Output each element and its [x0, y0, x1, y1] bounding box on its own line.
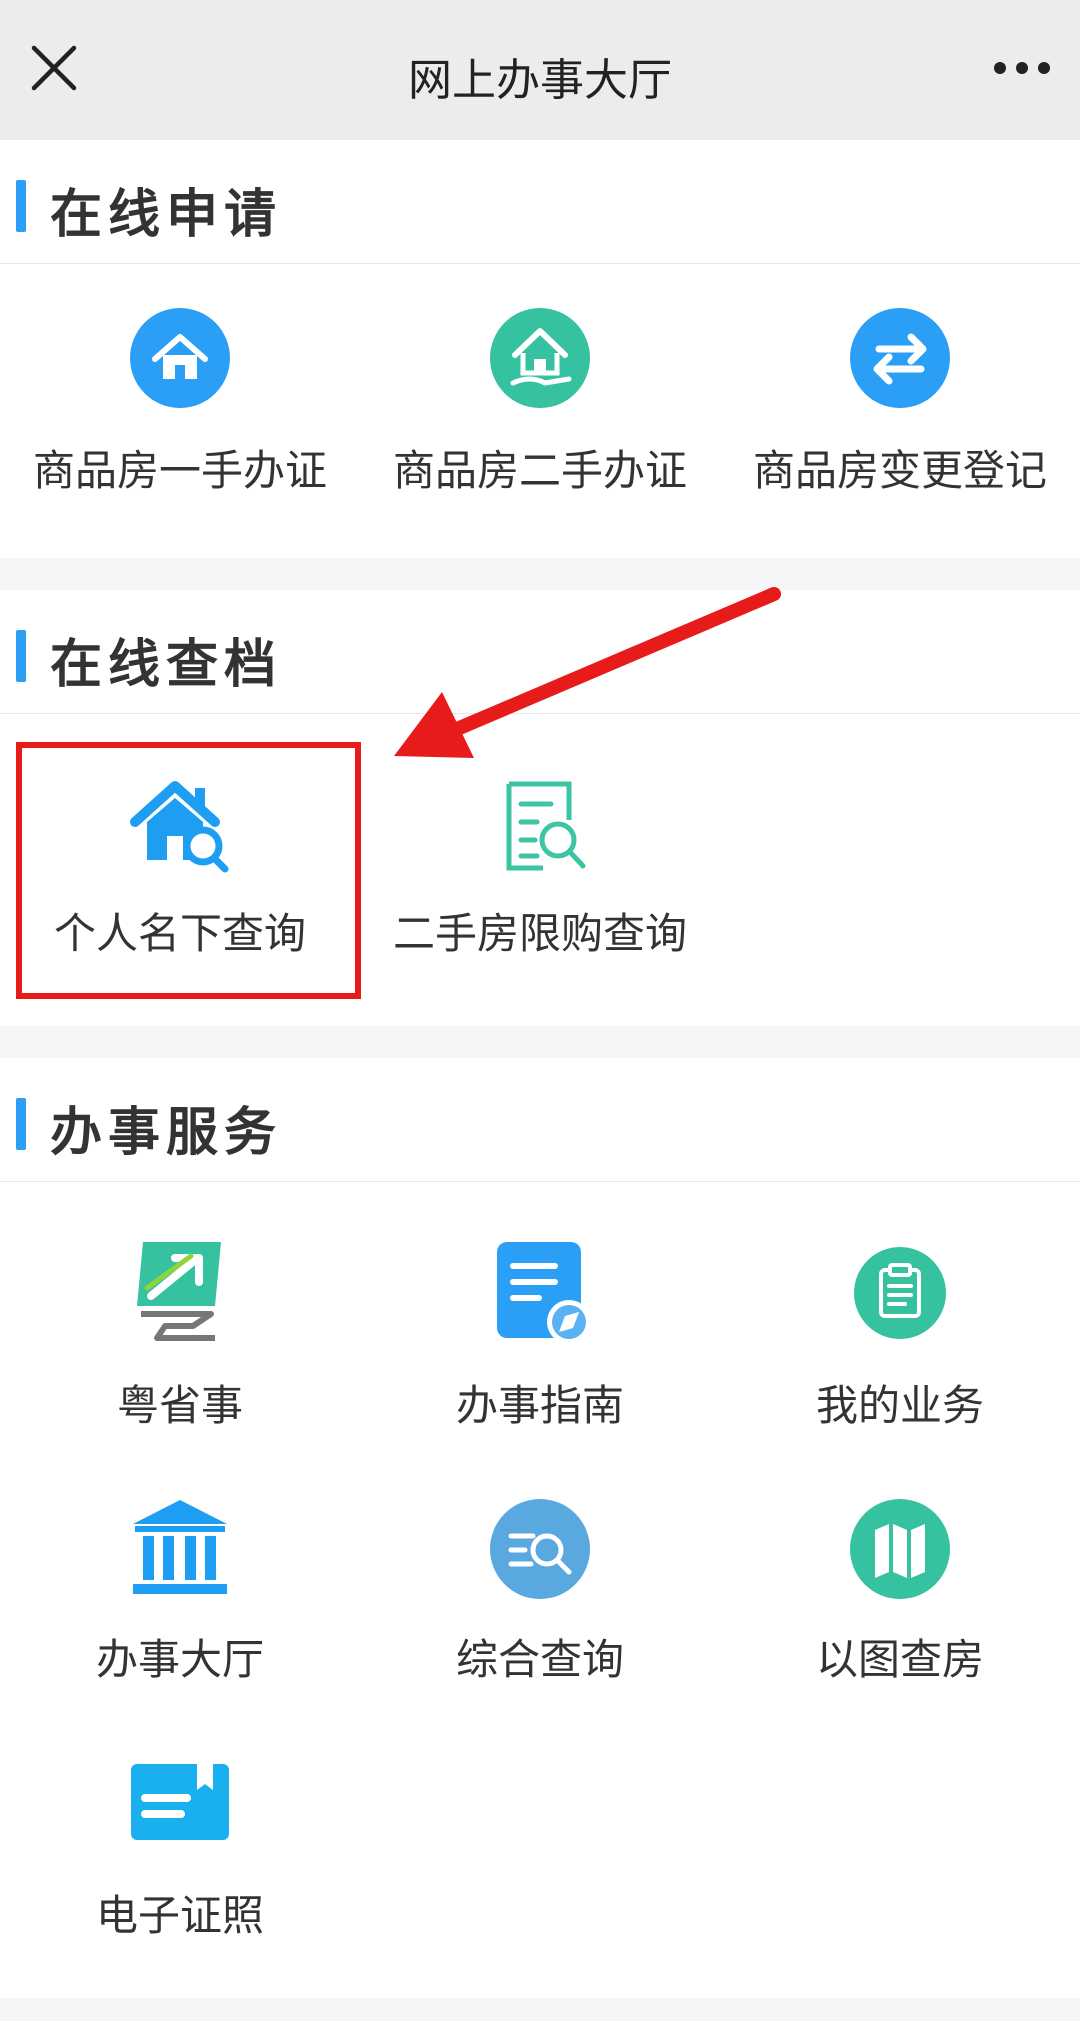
tile-comprehensive-query[interactable]: 综合查询: [360, 1494, 720, 1687]
section-accent-bar: [16, 1098, 26, 1150]
document-search-icon: [506, 781, 586, 871]
tile-label: 我的业务: [815, 1381, 984, 1430]
home-hand-icon: [490, 308, 590, 408]
yueshengshi-logo-icon: [137, 1242, 221, 1341]
section-online-apply: 在线申请 商品房一手办证 商品房二手办证 商品房变更登记: [0, 140, 1080, 558]
tile-label: 电子证照: [95, 1891, 264, 1940]
tile-service-hall[interactable]: 办事大厅: [0, 1494, 360, 1687]
tile-change-registration[interactable]: 商品房变更登记: [720, 303, 1080, 498]
tile-label: 办事指南: [455, 1381, 624, 1430]
tile-label: 粤省事: [116, 1381, 243, 1430]
map-icon: [850, 1499, 950, 1599]
tile-purchase-limit-query[interactable]: 二手房限购查询: [360, 770, 720, 961]
search-list-icon: [490, 1499, 590, 1599]
guide-document-icon: [497, 1242, 591, 1344]
bank-building-icon: [133, 1500, 227, 1594]
tile-e-license[interactable]: 电子证照: [0, 1750, 360, 1943]
house-search-icon: [130, 781, 229, 873]
section-accent-bar: [16, 180, 26, 232]
tile-map-house-search[interactable]: 以图查房: [720, 1494, 1080, 1687]
section-title: 在线查档: [50, 635, 283, 695]
page-title: 网上办事大厅: [408, 55, 672, 106]
section-title: 在线申请: [50, 185, 283, 245]
tile-label: 办事大厅: [95, 1635, 264, 1684]
tile-label: 商品房二手办证: [392, 446, 687, 495]
home-circle-icon: [130, 308, 230, 408]
tile-my-business[interactable]: 我的业务: [720, 1238, 1080, 1433]
exchange-arrows-icon: [850, 308, 950, 408]
tile-personal-property-query[interactable]: 个人名下查询: [0, 770, 360, 961]
tile-second-hand-cert[interactable]: 商品房二手办证: [360, 303, 720, 498]
tile-new-house-cert[interactable]: 商品房一手办证: [0, 303, 360, 498]
section-title: 办事服务: [50, 1103, 283, 1163]
section-online-archive: 在线查档 个人名下查询 二手房限购查询: [0, 590, 1080, 1026]
tile-label: 商品房变更登记: [752, 446, 1047, 495]
tile-service-guide[interactable]: 办事指南: [360, 1238, 720, 1433]
tile-label: 以图查房: [815, 1635, 984, 1684]
more-icon[interactable]: [990, 44, 1054, 92]
clipboard-icon: [854, 1247, 946, 1339]
section-header: 在线申请: [0, 140, 1080, 264]
section-accent-bar: [16, 630, 26, 682]
certificate-icon: [131, 1764, 229, 1840]
tile-label: 个人名下查询: [53, 909, 306, 958]
section-header: 在线查档: [0, 590, 1080, 714]
tile-yueshengshi[interactable]: 粤省事: [0, 1238, 360, 1433]
title-bar: 网上办事大厅: [0, 0, 1080, 140]
tile-label: 综合查询: [455, 1635, 624, 1684]
section-header: 办事服务: [0, 1058, 1080, 1182]
section-services: 办事服务 粤省事 办事指南 我的业务 办事大厅 综合查询 以图查房 电子证照: [0, 1058, 1080, 1998]
tile-label: 二手房限购查询: [392, 909, 687, 958]
tile-label: 商品房一手办证: [32, 446, 327, 495]
